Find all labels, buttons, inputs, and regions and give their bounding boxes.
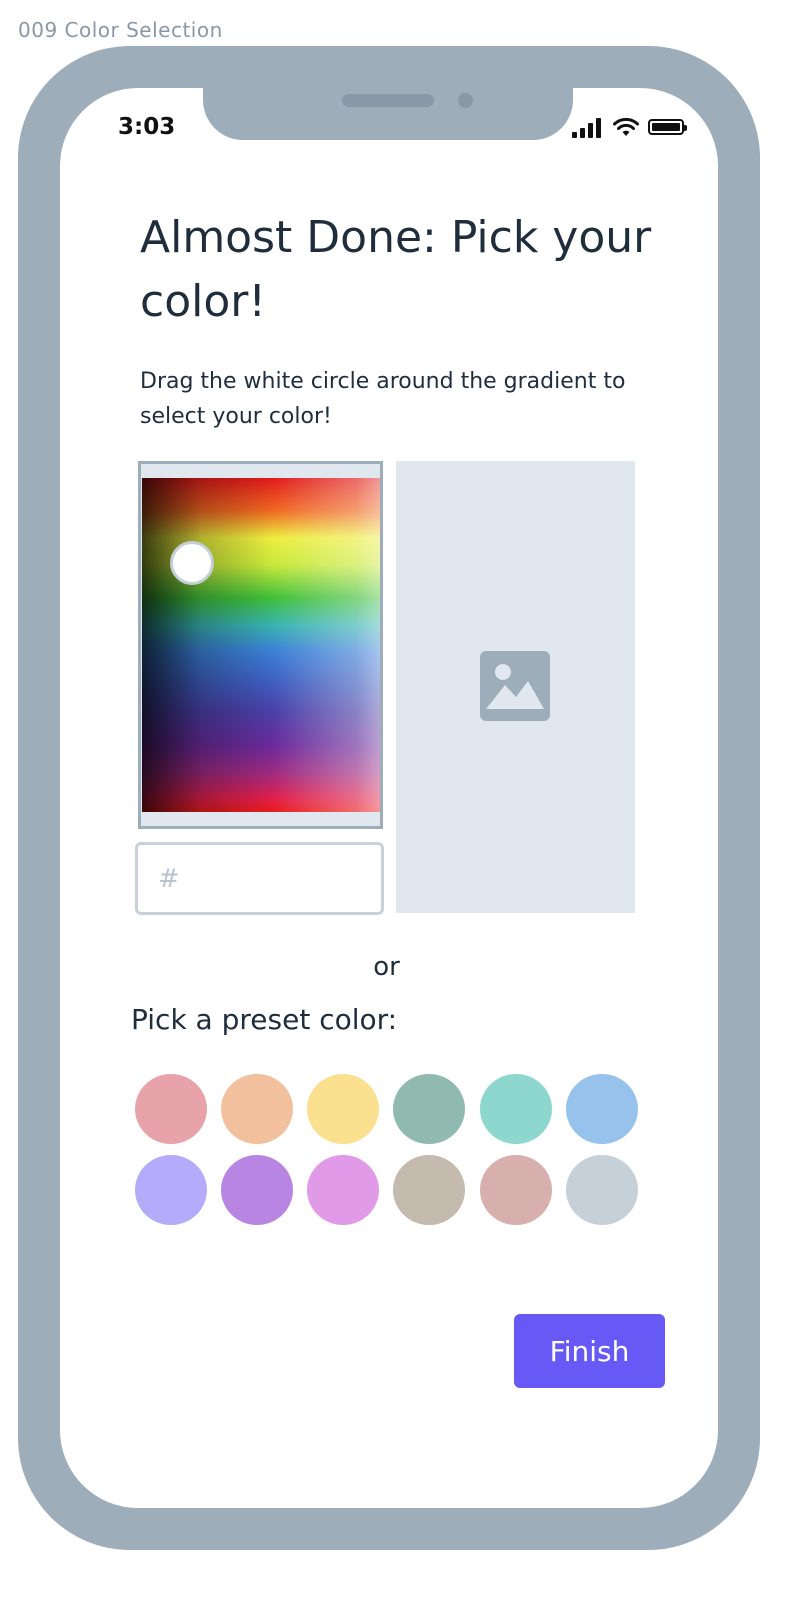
preset-color-swatch[interactable] bbox=[221, 1155, 293, 1225]
preset-color-swatch[interactable] bbox=[480, 1074, 552, 1144]
image-placeholder-icon bbox=[480, 651, 550, 721]
preset-color-swatch[interactable] bbox=[307, 1155, 379, 1225]
battery-icon bbox=[648, 119, 687, 135]
preset-color-swatch[interactable] bbox=[135, 1074, 207, 1144]
page-subtitle: Drag the white circle around the gradien… bbox=[140, 369, 626, 429]
preset-color-label: Pick a preset color: bbox=[131, 1003, 398, 1036]
signal-icon bbox=[572, 118, 604, 138]
front-camera bbox=[458, 93, 473, 108]
preset-color-swatch[interactable] bbox=[480, 1155, 552, 1225]
hex-color-input[interactable] bbox=[135, 842, 384, 915]
preset-color-swatch[interactable] bbox=[307, 1074, 379, 1144]
frame-label: 009 Color Selection bbox=[18, 18, 223, 42]
status-time: 3:03 bbox=[118, 114, 176, 140]
color-preview bbox=[396, 461, 635, 913]
or-divider: or bbox=[373, 952, 400, 982]
preset-color-swatch[interactable] bbox=[566, 1074, 638, 1144]
finish-button[interactable]: Finish bbox=[514, 1314, 665, 1388]
page-title: Almost Done: Pick your color! bbox=[140, 212, 652, 327]
color-picker-handle[interactable] bbox=[170, 541, 214, 585]
wifi-icon bbox=[613, 117, 639, 136]
preset-color-swatch[interactable] bbox=[135, 1155, 207, 1225]
status-icons bbox=[572, 116, 692, 140]
preset-color-swatch[interactable] bbox=[221, 1074, 293, 1144]
preset-color-swatch[interactable] bbox=[393, 1074, 465, 1144]
speaker-grille bbox=[342, 94, 434, 107]
preset-color-grid bbox=[135, 1074, 645, 1226]
preset-color-swatch[interactable] bbox=[566, 1155, 638, 1225]
color-gradient[interactable] bbox=[142, 478, 380, 812]
preset-color-swatch[interactable] bbox=[393, 1155, 465, 1225]
